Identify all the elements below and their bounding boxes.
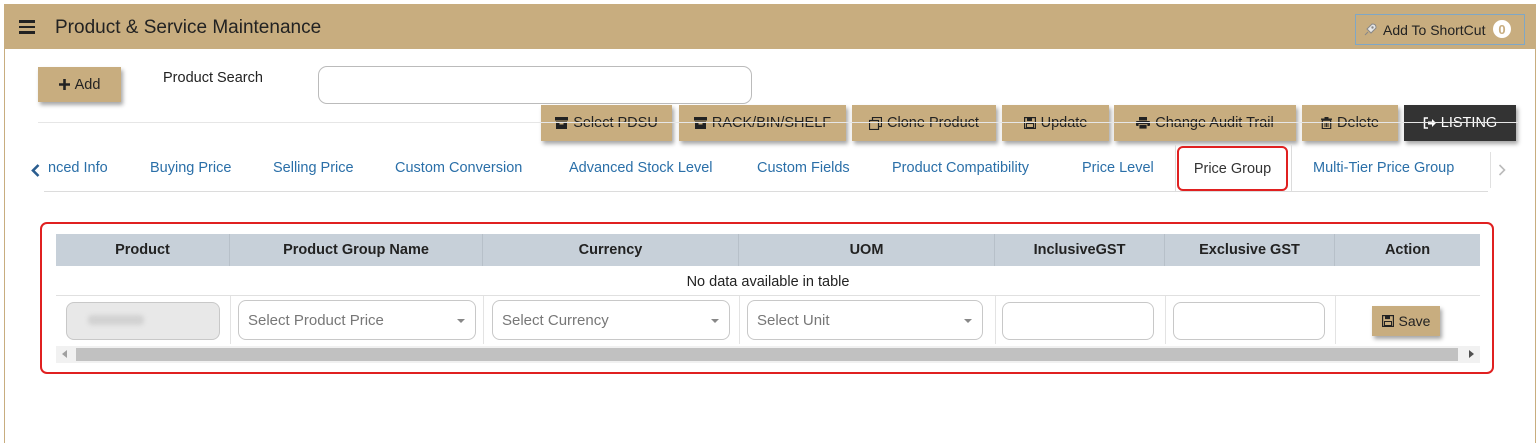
scroll-right-arrow-icon[interactable]: [1469, 350, 1474, 358]
shortcut-count-badge: 0: [1492, 19, 1512, 39]
add-to-shortcut-button[interactable]: Add To ShortCut 0: [1355, 14, 1525, 45]
save-button[interactable]: Save: [1372, 306, 1440, 336]
clone-product-label: Clone Product: [887, 115, 979, 131]
tab-multi-tier-price-group[interactable]: Multi-Tier Price Group: [1313, 160, 1454, 176]
caret-down-icon: [457, 319, 465, 323]
cell-divider: [1335, 296, 1336, 344]
product-search-label: Product Search: [163, 70, 263, 86]
cell-divider: [995, 296, 996, 344]
select-pdsu-label: Select PDSU: [573, 115, 658, 131]
delete-button[interactable]: Delete: [1302, 105, 1398, 141]
tab-price-level[interactable]: Price Level: [1082, 160, 1154, 176]
tab-advanced-info[interactable]: nced Info: [48, 160, 108, 176]
select-pdsu-button[interactable]: Select PDSU: [541, 105, 672, 141]
sign-out-icon: [1423, 117, 1436, 129]
currency-placeholder: Select Currency: [502, 311, 609, 329]
plus-icon: [58, 79, 70, 90]
inclusive-gst-input[interactable]: [1002, 302, 1154, 340]
update-label: Update: [1040, 115, 1088, 131]
column-header-exclusive-gst[interactable]: Exclusive GST: [1165, 234, 1335, 266]
horizontal-scrollbar[interactable]: [56, 346, 1480, 363]
add-button-label: Add: [74, 76, 101, 93]
column-header-uom[interactable]: UOM: [739, 234, 995, 266]
tab-scroll-left-icon[interactable]: [24, 152, 46, 188]
product-group-select[interactable]: Select Product Price: [238, 300, 476, 340]
tab-selling-price[interactable]: Selling Price: [273, 160, 354, 176]
unit-select[interactable]: Select Unit: [747, 300, 983, 340]
save-icon: [1381, 315, 1394, 327]
print-icon: [1136, 117, 1151, 129]
table-header: Product Product Group Name Currency UOM …: [56, 234, 1480, 266]
currency-select[interactable]: Select Currency: [492, 300, 730, 340]
redacted-product-value: [88, 315, 144, 325]
empty-table-message: No data available in table: [56, 268, 1480, 296]
menu-icon[interactable]: [19, 20, 35, 34]
cell-divider: [1165, 296, 1166, 344]
product-search-input[interactable]: [318, 66, 752, 104]
listing-label: LISTING: [1440, 115, 1498, 131]
trash-icon: [1321, 117, 1333, 129]
tab-price-group[interactable]: Price Group: [1177, 146, 1288, 191]
cell-divider: [230, 296, 231, 344]
change-audit-trail-button[interactable]: Change Audit Trail: [1114, 105, 1296, 141]
listing-button[interactable]: LISTING: [1404, 105, 1516, 141]
title-bar: Product & Service Maintenance Add To Sho…: [5, 4, 1535, 49]
save-icon: [1023, 117, 1036, 129]
copy-icon: [869, 116, 883, 130]
archive-icon: [693, 117, 707, 129]
update-button[interactable]: Update: [1002, 105, 1109, 141]
shortcut-label: Add To ShortCut: [1383, 21, 1486, 38]
product-group-placeholder: Select Product Price: [248, 311, 384, 329]
clone-product-button[interactable]: Clone Product: [852, 105, 996, 141]
page-title: Product & Service Maintenance: [55, 17, 322, 38]
caret-down-icon: [711, 319, 719, 323]
rocket-icon: [1364, 22, 1377, 35]
column-header-product[interactable]: Product: [56, 234, 230, 266]
tab-scroll-right-icon[interactable]: [1490, 152, 1512, 188]
delete-label: Delete: [1337, 115, 1379, 131]
cell-divider: [483, 296, 484, 344]
unit-placeholder: Select Unit: [757, 311, 830, 329]
tab-custom-conversion[interactable]: Custom Conversion: [395, 160, 522, 176]
change-audit-trail-label: Change Audit Trail: [1155, 115, 1274, 131]
toolbar-divider: [38, 122, 1518, 123]
column-header-currency[interactable]: Currency: [483, 234, 739, 266]
rack-bin-shelf-label: RACK/BIN/SHELF: [711, 115, 832, 131]
rack-bin-shelf-button[interactable]: RACK/BIN/SHELF: [679, 105, 846, 141]
tab-advanced-stock-level[interactable]: Advanced Stock Level: [569, 160, 712, 176]
caret-down-icon: [964, 319, 972, 323]
column-header-product-group-name[interactable]: Product Group Name: [230, 234, 483, 266]
tab-product-compatibility[interactable]: Product Compatibility: [892, 160, 1029, 176]
column-header-action: Action: [1384, 242, 1431, 258]
tab-custom-fields[interactable]: Custom Fields: [757, 160, 850, 176]
add-button[interactable]: Add: [38, 67, 121, 102]
tab-buying-price[interactable]: Buying Price: [150, 160, 231, 176]
save-label: Save: [1398, 313, 1431, 329]
exclusive-gst-input[interactable]: [1173, 302, 1325, 340]
scrollbar-thumb[interactable]: [76, 348, 1458, 361]
archive-icon: [555, 117, 569, 129]
column-header-inclusive-gst[interactable]: InclusiveGST: [995, 234, 1165, 266]
scroll-left-arrow-icon[interactable]: [62, 350, 67, 358]
cell-divider: [739, 296, 740, 344]
